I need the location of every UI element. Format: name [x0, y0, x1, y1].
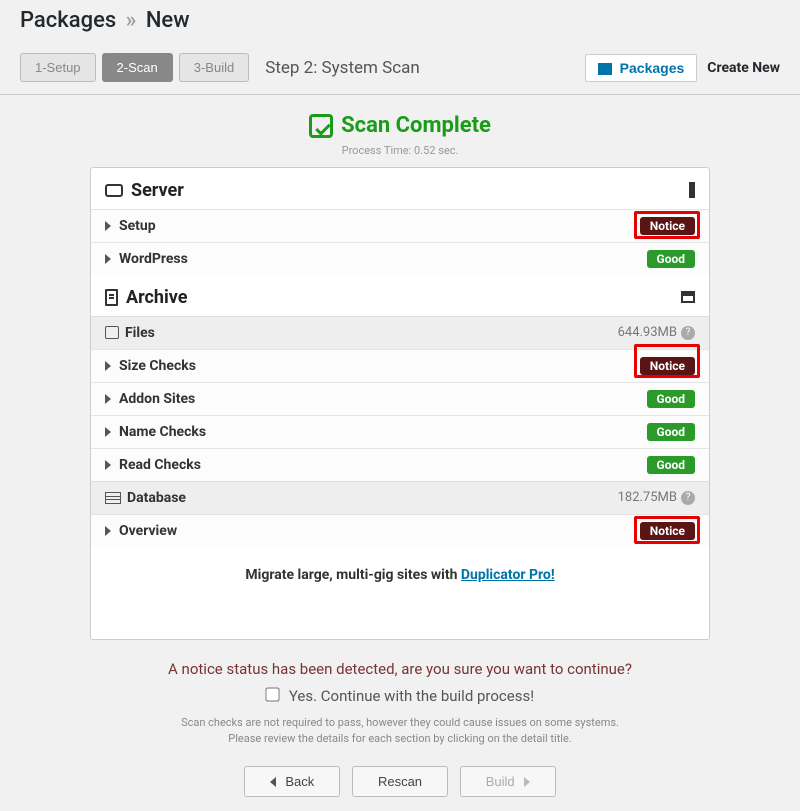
status-badge-good: Good	[647, 390, 695, 408]
subsection-database: Database 182.75MB ?	[91, 481, 709, 514]
caret-icon	[105, 427, 111, 437]
archive-icon	[105, 289, 118, 306]
step-toolbar: 1-Setup 2-Scan 3-Build Step 2: System Sc…	[0, 45, 800, 95]
section-archive: Archive	[91, 275, 709, 316]
row-size-checks[interactable]: Size Checks Notice	[91, 349, 709, 382]
confirm-row: Yes. Continue with the build process!	[0, 686, 800, 705]
database-size: 182.75MB ?	[618, 490, 695, 505]
caret-icon	[105, 460, 111, 470]
caret-icon	[105, 361, 111, 371]
caret-icon	[105, 221, 111, 231]
create-new-link[interactable]: Create New	[707, 60, 780, 76]
toolbar-right: Packages Create New	[585, 54, 780, 82]
back-label: Back	[285, 774, 314, 789]
confirm-checkbox[interactable]	[265, 687, 279, 701]
breadcrumb-separator: »	[122, 8, 141, 33]
confirm-label: Yes. Continue with the build process!	[289, 687, 534, 705]
files-icon	[105, 326, 119, 339]
build-button[interactable]: Build	[460, 766, 556, 797]
rescan-button[interactable]: Rescan	[352, 766, 448, 797]
step-1-setup[interactable]: 1-Setup	[20, 53, 96, 82]
step-3-build[interactable]: 3-Build	[179, 53, 249, 82]
fineprint: Scan checks are not required to pass, ho…	[0, 715, 800, 748]
row-name-checks-label: Name Checks	[119, 424, 206, 440]
breadcrumb: Packages » New	[20, 8, 190, 33]
help-icon[interactable]: ?	[681, 491, 695, 505]
status-badge-good: Good	[647, 456, 695, 474]
status-badge-notice: Notice	[640, 357, 695, 375]
fineprint-2: Please review the details for each secti…	[0, 731, 800, 748]
row-size-checks-label: Size Checks	[119, 358, 196, 374]
packages-label: Packages	[620, 60, 685, 76]
section-archive-label: Archive	[126, 287, 187, 308]
database-icon	[105, 492, 121, 504]
promo-text: Migrate large, multi-gig sites with	[245, 567, 461, 583]
status-badge-notice: Notice	[640, 522, 695, 540]
scan-complete-title: Scan Complete	[309, 113, 491, 138]
hard-drive-icon	[105, 184, 123, 197]
packages-button[interactable]: Packages	[585, 54, 698, 82]
build-label: Build	[486, 774, 515, 789]
breadcrumb-current: New	[146, 8, 190, 33]
row-wordpress[interactable]: WordPress Good	[91, 242, 709, 275]
step-label: Step 2: System Scan	[265, 58, 420, 78]
database-size-value: 182.75MB	[618, 490, 677, 505]
server-right-icon	[689, 182, 695, 198]
button-row: Back Rescan Build	[0, 766, 800, 811]
scan-complete-text: Scan Complete	[341, 113, 491, 138]
caret-icon	[105, 394, 111, 404]
step-2-scan[interactable]: 2-Scan	[102, 53, 173, 82]
row-wordpress-label: WordPress	[119, 251, 188, 267]
database-label: Database	[127, 490, 186, 506]
duplicator-pro-link[interactable]: Duplicator Pro!	[461, 567, 555, 583]
files-size-value: 644.93MB	[618, 325, 677, 340]
caret-icon	[105, 526, 111, 536]
check-icon	[309, 114, 333, 138]
back-button[interactable]: Back	[244, 766, 340, 797]
scan-panel: Server Setup Notice WordPress Good Archi…	[90, 167, 710, 640]
section-server-label: Server	[131, 180, 184, 201]
row-overview[interactable]: Overview Notice	[91, 514, 709, 547]
page-header: Packages » New	[0, 0, 800, 45]
row-overview-label: Overview	[119, 523, 177, 539]
help-icon[interactable]: ?	[681, 326, 695, 340]
scan-complete: Scan Complete Process Time: 0.52 sec.	[0, 113, 800, 157]
notice-message: A notice status has been detected, are y…	[0, 660, 800, 678]
process-time: Process Time: 0.52 sec.	[0, 144, 800, 157]
row-read-checks[interactable]: Read Checks Good	[91, 448, 709, 481]
packages-icon	[598, 63, 612, 75]
status-badge-good: Good	[647, 250, 695, 268]
promo: Migrate large, multi-gig sites with Dupl…	[91, 547, 709, 589]
status-badge-notice: Notice	[640, 217, 695, 235]
row-setup[interactable]: Setup Notice	[91, 209, 709, 242]
row-addon-sites[interactable]: Addon Sites Good	[91, 382, 709, 415]
files-size: 644.93MB ?	[618, 325, 695, 340]
subsection-files: Files 644.93MB ?	[91, 316, 709, 349]
window-icon	[681, 291, 695, 303]
section-server: Server	[91, 168, 709, 209]
files-label: Files	[125, 325, 155, 341]
row-read-checks-label: Read Checks	[119, 457, 201, 473]
row-name-checks[interactable]: Name Checks Good	[91, 415, 709, 448]
row-addon-sites-label: Addon Sites	[119, 391, 195, 407]
status-badge-good: Good	[647, 423, 695, 441]
row-setup-label: Setup	[119, 218, 156, 234]
fineprint-1: Scan checks are not required to pass, ho…	[0, 715, 800, 732]
breadcrumb-root[interactable]: Packages	[20, 8, 116, 33]
caret-icon	[105, 254, 111, 264]
